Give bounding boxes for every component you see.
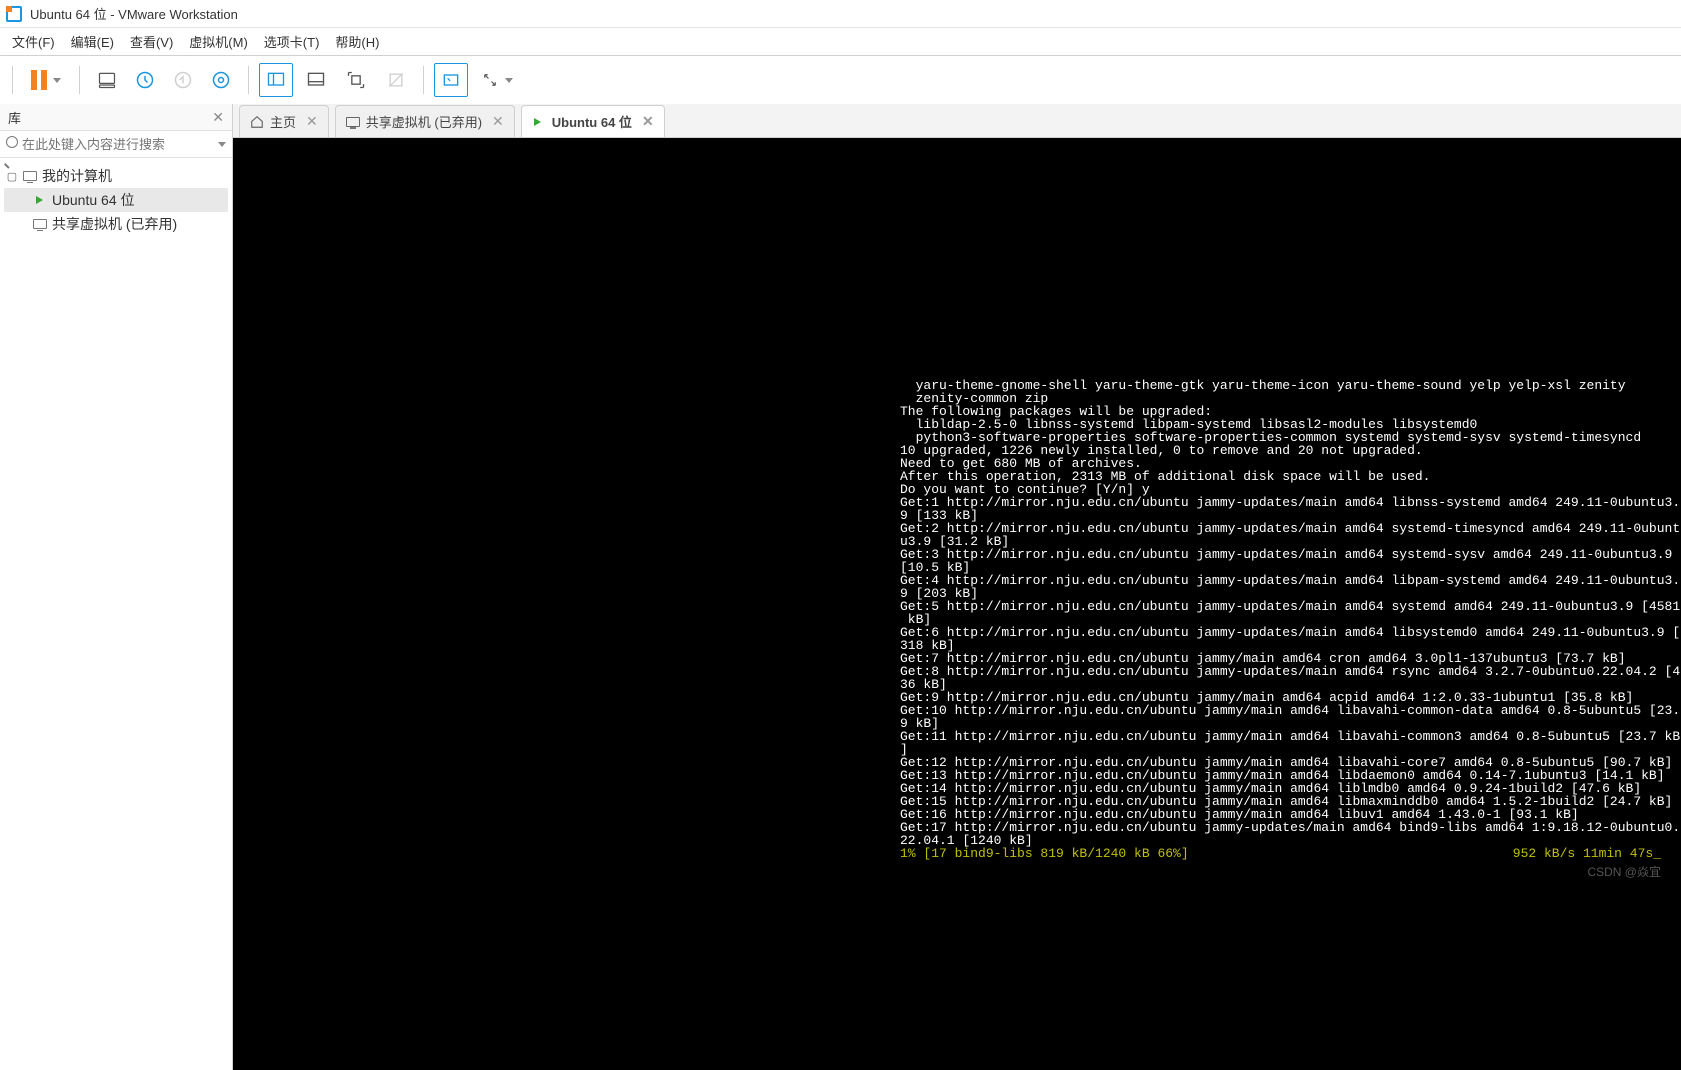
chevron-down-icon <box>505 78 513 83</box>
chevron-down-icon <box>53 78 61 83</box>
sidebar: 库 ✕ ▢ 我的计算机 Ubuntu 64 位 共享虚拟机 (已弃用) <box>0 104 233 1070</box>
pause-icon <box>31 70 47 90</box>
snapshot-button[interactable] <box>128 63 162 97</box>
vm-running-icon <box>32 193 48 207</box>
vm-tree: ▢ 我的计算机 Ubuntu 64 位 共享虚拟机 (已弃用) <box>0 158 232 1070</box>
tab-label: Ubuntu 64 位 <box>552 112 632 131</box>
close-sidebar-button[interactable]: ✕ <box>212 109 224 126</box>
tree-item-label: Ubuntu 64 位 <box>52 190 135 210</box>
sidebar-title: 库 <box>8 108 21 127</box>
show-console-button[interactable] <box>259 63 293 97</box>
menu-edit[interactable]: 编辑(E) <box>63 28 122 55</box>
menu-file[interactable]: 文件(F) <box>4 28 63 55</box>
enter-fullscreen-button[interactable] <box>434 63 468 97</box>
content: 主页 ✕ 共享虚拟机 (已弃用) ✕ Ubuntu 64 位 ✕ yaru-th… <box>233 104 1681 1070</box>
thumbnail-view-button[interactable] <box>299 63 333 97</box>
terminal-status-right: 952 kB/s 11min 47s_ <box>1513 847 1661 860</box>
menubar: 文件(F) 编辑(E) 查看(V) 虚拟机(M) 选项卡(T) 帮助(H) <box>0 28 1681 56</box>
tree-root[interactable]: ▢ 我的计算机 <box>4 164 228 188</box>
close-tab-button[interactable]: ✕ <box>492 113 504 130</box>
titlebar: Ubuntu 64 位 - VMware Workstation <box>0 0 1681 28</box>
search-icon <box>6 136 22 152</box>
close-tab-button[interactable]: ✕ <box>642 113 654 130</box>
revert-snapshot-button[interactable] <box>166 63 200 97</box>
tree-item-ubuntu[interactable]: Ubuntu 64 位 <box>4 188 228 212</box>
send-ctrl-alt-del-button[interactable] <box>90 63 124 97</box>
app-icon <box>6 6 22 22</box>
stretch-guest-button[interactable] <box>339 63 373 97</box>
vm-running-icon <box>532 115 546 129</box>
toolbar <box>0 56 1681 104</box>
tree-item-shared[interactable]: 共享虚拟机 (已弃用) <box>4 212 228 236</box>
tab-label: 共享虚拟机 (已弃用) <box>366 112 482 131</box>
menu-vm[interactable]: 虚拟机(M) <box>181 28 256 55</box>
watermark: CSDN @焱宜 <box>1587 863 1661 880</box>
tabstrip: 主页 ✕ 共享虚拟机 (已弃用) ✕ Ubuntu 64 位 ✕ <box>233 104 1681 138</box>
tree-root-label: 我的计算机 <box>42 166 112 186</box>
monitor-icon <box>22 169 38 183</box>
window-title: Ubuntu 64 位 - VMware Workstation <box>30 4 238 23</box>
menu-tabs[interactable]: 选项卡(T) <box>256 28 328 55</box>
collapse-icon[interactable]: ▢ <box>6 170 18 183</box>
cycle-multiple-monitors-button[interactable] <box>480 63 514 97</box>
menu-view[interactable]: 查看(V) <box>122 28 181 55</box>
terminal-output: yaru-theme-gnome-shell yaru-theme-gtk ya… <box>900 379 1671 847</box>
snapshot-manager-button[interactable] <box>204 63 238 97</box>
tab-home[interactable]: 主页 ✕ <box>239 105 329 137</box>
disable-stretch-button[interactable] <box>379 63 413 97</box>
search-input[interactable] <box>22 137 214 152</box>
close-tab-button[interactable]: ✕ <box>306 113 318 130</box>
tree-item-label: 共享虚拟机 (已弃用) <box>52 214 177 234</box>
monitor-icon <box>346 115 360 129</box>
home-icon <box>250 115 264 129</box>
menu-help[interactable]: 帮助(H) <box>327 28 387 55</box>
tab-ubuntu[interactable]: Ubuntu 64 位 ✕ <box>521 105 665 137</box>
tab-label: 主页 <box>270 112 296 131</box>
terminal-status-left: 1% [17 bind9-libs 819 kB/1240 kB 66%] <box>900 847 1189 860</box>
pause-vm-button[interactable] <box>21 63 71 97</box>
tab-shared[interactable]: 共享虚拟机 (已弃用) ✕ <box>335 105 515 137</box>
sidebar-search[interactable] <box>0 130 232 158</box>
terminal-view[interactable]: yaru-theme-gnome-shell yaru-theme-gtk ya… <box>233 138 1681 1070</box>
chevron-down-icon <box>218 142 226 147</box>
monitor-icon <box>32 217 48 231</box>
